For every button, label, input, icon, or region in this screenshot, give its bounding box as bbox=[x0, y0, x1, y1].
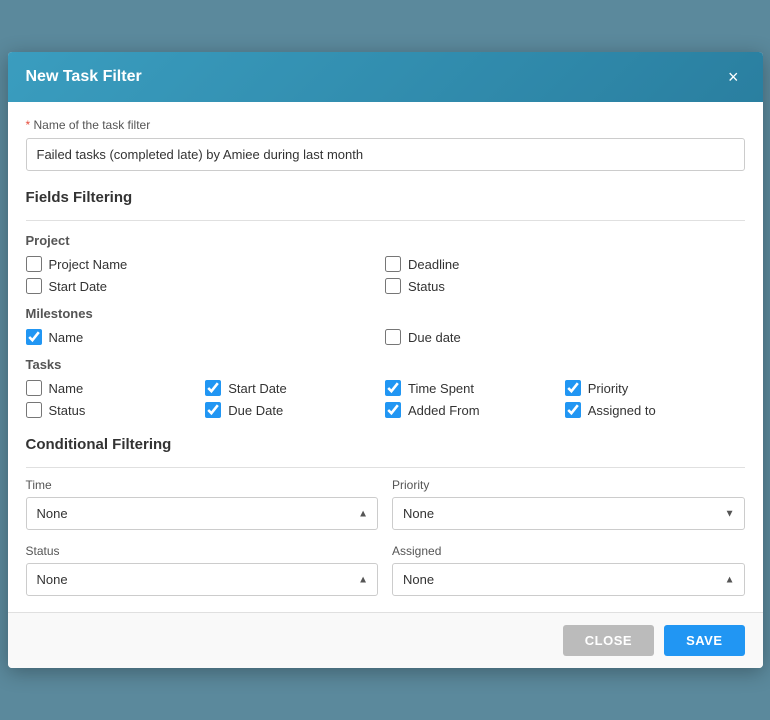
checkbox-status-project-input[interactable] bbox=[385, 278, 401, 294]
checkbox-added-from: Added From bbox=[385, 402, 565, 418]
time-label: Time bbox=[26, 478, 379, 492]
conditional-filter-grid: Time None ▲ Priority Non bbox=[26, 478, 745, 596]
checkbox-priority-label: Priority bbox=[588, 381, 628, 396]
modal-header: New Task Filter × bbox=[8, 52, 763, 102]
name-field-group: Name of the task filter bbox=[26, 118, 745, 171]
checkbox-milestone-name-label: Name bbox=[49, 330, 84, 345]
assigned-select-wrapper: None ▲ bbox=[392, 563, 745, 596]
priority-select-wrapper: None ▼ bbox=[392, 497, 745, 530]
priority-select[interactable]: None bbox=[392, 497, 745, 530]
fields-filtering-title: Fields Filtering bbox=[26, 189, 745, 210]
tasks-subsection-title: Tasks bbox=[26, 357, 745, 372]
checkbox-assigned-to-input[interactable] bbox=[565, 402, 581, 418]
checkbox-due-date-task-label: Due Date bbox=[228, 403, 283, 418]
time-select-wrapper: None ▲ bbox=[26, 497, 379, 530]
checkbox-milestone-name-input[interactable] bbox=[26, 329, 42, 345]
checkbox-project-name-label: Project Name bbox=[49, 257, 128, 272]
milestones-subsection-title: Milestones bbox=[26, 306, 745, 321]
name-label: Name of the task filter bbox=[26, 118, 745, 132]
checkbox-added-from-label: Added From bbox=[408, 403, 480, 418]
save-button[interactable]: SAVE bbox=[664, 625, 744, 656]
checkbox-status-project-label: Status bbox=[408, 279, 445, 294]
priority-label: Priority bbox=[392, 478, 745, 492]
checkbox-task-start-date: Start Date bbox=[205, 380, 385, 396]
checkbox-assigned-to: Assigned to bbox=[565, 402, 745, 418]
modal-dialog: New Task Filter × Name of the task filte… bbox=[8, 52, 763, 668]
close-button[interactable]: CLOSE bbox=[563, 625, 654, 656]
time-filter-field: Time None ▲ bbox=[26, 478, 379, 530]
conditional-filtering-title: Conditional Filtering bbox=[26, 436, 745, 457]
checkbox-project-name: Project Name bbox=[26, 256, 386, 272]
checkbox-deadline: Deadline bbox=[385, 256, 745, 272]
checkbox-priority: Priority bbox=[565, 380, 745, 396]
checkbox-task-name-input[interactable] bbox=[26, 380, 42, 396]
modal-body: Name of the task filter Fields Filtering… bbox=[8, 102, 763, 612]
time-select[interactable]: None bbox=[26, 497, 379, 530]
modal-footer: CLOSE SAVE bbox=[8, 612, 763, 668]
checkbox-priority-input[interactable] bbox=[565, 380, 581, 396]
checkbox-due-date-milestone: Due date bbox=[385, 329, 745, 345]
checkbox-due-date-milestone-input[interactable] bbox=[385, 329, 401, 345]
checkbox-time-spent-label: Time Spent bbox=[408, 381, 474, 396]
checkbox-start-date-project: Start Date bbox=[26, 278, 386, 294]
checkbox-due-date-task-input[interactable] bbox=[205, 402, 221, 418]
modal-close-button[interactable]: × bbox=[722, 66, 745, 88]
checkbox-time-spent: Time Spent bbox=[385, 380, 565, 396]
priority-filter-field: Priority None ▼ bbox=[392, 478, 745, 530]
checkbox-assigned-to-label: Assigned to bbox=[588, 403, 656, 418]
checkbox-due-date-task: Due Date bbox=[205, 402, 385, 418]
checkbox-deadline-input[interactable] bbox=[385, 256, 401, 272]
status-select[interactable]: None bbox=[26, 563, 379, 596]
conditional-filtering-section: Conditional Filtering Time None ▲ bbox=[26, 436, 745, 596]
checkbox-due-date-milestone-label: Due date bbox=[408, 330, 461, 345]
checkbox-task-name: Name bbox=[26, 380, 206, 396]
divider-2 bbox=[26, 467, 745, 468]
divider-1 bbox=[26, 220, 745, 221]
modal-title: New Task Filter bbox=[26, 68, 142, 86]
checkbox-milestone-name: Name bbox=[26, 329, 386, 345]
project-fields-grid: Project Name Deadline Start Date Status bbox=[26, 256, 745, 294]
task-filter-name-input[interactable] bbox=[26, 138, 745, 171]
checkbox-task-status: Status bbox=[26, 402, 206, 418]
checkbox-start-date-project-input[interactable] bbox=[26, 278, 42, 294]
status-select-wrapper: None ▲ bbox=[26, 563, 379, 596]
tasks-fields-grid: Name Start Date Time Spent Priority Stat… bbox=[26, 380, 745, 418]
checkbox-status-project: Status bbox=[385, 278, 745, 294]
assigned-label: Assigned bbox=[392, 544, 745, 558]
milestones-fields-grid: Name Due date bbox=[26, 329, 745, 345]
checkbox-task-start-date-label: Start Date bbox=[228, 381, 287, 396]
checkbox-task-name-label: Name bbox=[49, 381, 84, 396]
checkbox-task-status-input[interactable] bbox=[26, 402, 42, 418]
status-filter-field: Status None ▲ bbox=[26, 544, 379, 596]
checkbox-added-from-input[interactable] bbox=[385, 402, 401, 418]
checkbox-start-date-project-label: Start Date bbox=[49, 279, 108, 294]
checkbox-task-start-date-input[interactable] bbox=[205, 380, 221, 396]
status-label: Status bbox=[26, 544, 379, 558]
project-subsection-title: Project bbox=[26, 233, 745, 248]
checkbox-time-spent-input[interactable] bbox=[385, 380, 401, 396]
checkbox-task-status-label: Status bbox=[49, 403, 86, 418]
assigned-select[interactable]: None bbox=[392, 563, 745, 596]
checkbox-deadline-label: Deadline bbox=[408, 257, 459, 272]
checkbox-project-name-input[interactable] bbox=[26, 256, 42, 272]
modal-overlay: New Task Filter × Name of the task filte… bbox=[0, 0, 770, 720]
assigned-filter-field: Assigned None ▲ bbox=[392, 544, 745, 596]
